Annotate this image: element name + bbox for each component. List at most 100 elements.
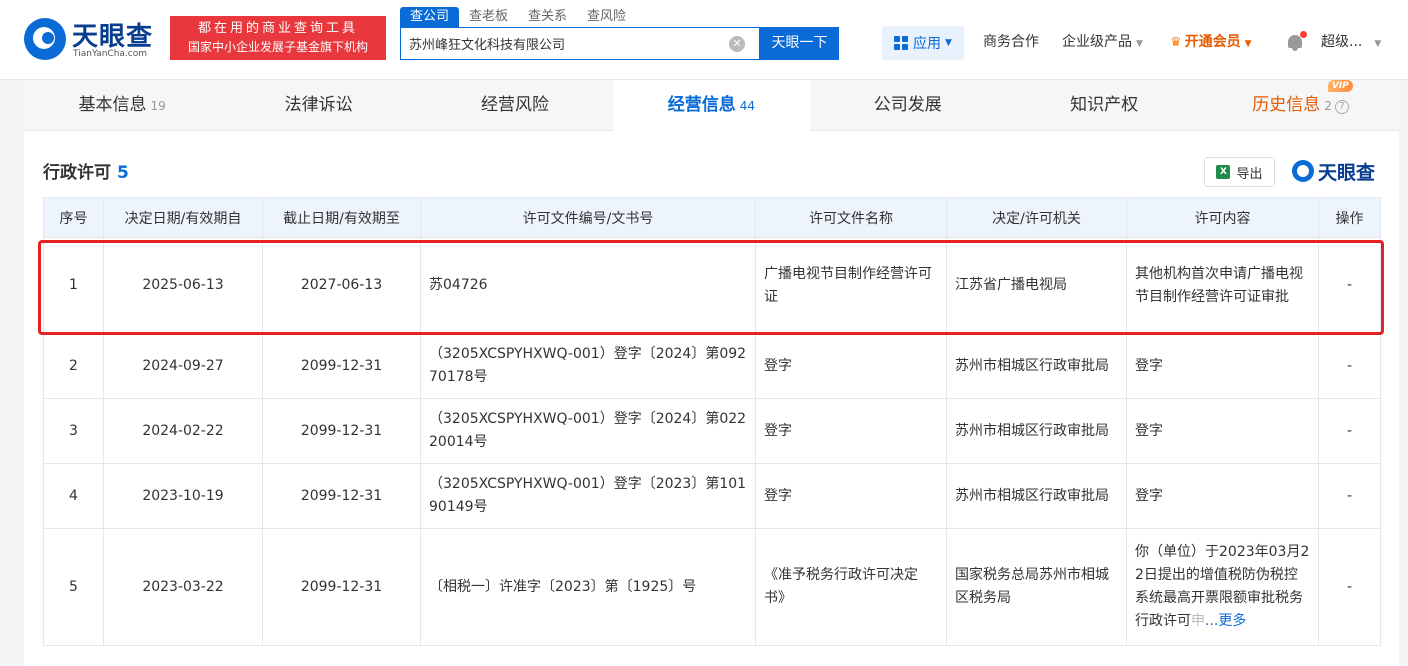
cell-authority: 苏州市相城区行政审批局 [946,333,1127,399]
cell-no: 4 [43,463,104,529]
user-name: 超级... [1321,34,1363,50]
export-label: 导出 [1236,166,1263,182]
cell-content: 登字 [1126,398,1319,464]
apps-grid-icon [894,36,909,50]
cell-doc-no: 〔相税一〕许准字〔2023〕第〔1925〕号 [420,528,756,646]
search-tab-company[interactable]: 查公司 [400,7,460,27]
search-tab-risk[interactable]: 查风险 [577,7,636,27]
col-header: 许可内容 [1126,197,1319,238]
tab-count: 19 [150,99,166,113]
tab-label: 经营信息 [667,95,736,115]
cell-authority: 苏州市相城区行政审批局 [946,463,1127,529]
tab-development[interactable]: 公司发展 [810,80,1006,131]
cell-content-truncated: 你（单位）于2023年03月22日提出的增值税防伪税控系统最高开票限额审批税务行… [1126,528,1319,646]
main-card: 基本信息 19 法律诉讼 经营风险 经营信息 44 公司发展 知识产权 历史信息 2?… [24,80,1399,666]
vip-badge: VIP [1327,80,1353,92]
cell-content: 登字 [1126,333,1319,399]
cell-doc-no: （3205XCSPYHXWQ-001）登字〔2024〕第09270178号 [420,333,756,399]
logo-name: 天眼查 [72,22,154,52]
cell-doc-name: 登字 [755,398,947,464]
tab-label: 知识产权 [1070,95,1139,115]
search-type-tabs: 查公司 查老板 查关系 查风险 [400,7,636,27]
col-header: 截止日期/有效期至 [262,197,421,238]
col-header: 许可文件名称 [755,197,947,238]
brand-text: 天眼查 [1318,161,1376,184]
col-header: 决定日期/有效期自 [103,197,263,238]
nav-enterprise[interactable]: 企业级产品 ▼ [1062,32,1143,54]
cell-doc-name: 广播电视节目制作经营许可证 [755,237,947,334]
col-header: 操作 [1318,197,1381,238]
slogan-banner: 都在用的商业查询工具 国家中小企业发展子基金旗下机构 [170,16,386,60]
nav-enterprise-label: 企业级产品 [1062,34,1132,50]
cell-op: - [1318,398,1381,464]
table-row: 3 2024-02-22 2099-12-31 （3205XCSPYHXWQ-0… [43,398,1381,464]
license-table: 序号 决定日期/有效期自 截止日期/有效期至 许可文件编号/文书号 许可文件名称… [43,197,1381,646]
content-fade: 申 [1191,613,1205,629]
excel-icon: X [1216,165,1231,179]
tab-ip[interactable]: 知识产权 [1006,80,1202,131]
cell-end: 2099-12-31 [262,333,421,399]
cell-start: 2024-02-22 [103,398,263,464]
brand-watermark: 天眼查 [1292,156,1375,186]
logo-pinyin: TianYanCha.com [73,49,148,59]
clear-icon[interactable]: ✕ [729,35,745,52]
tab-operation-info[interactable]: 经营信息 44 [613,80,810,131]
site-logo[interactable]: 天眼查 TianYanCha.com [24,16,164,64]
col-header: 决定/许可机关 [946,197,1127,238]
search-tab-relation[interactable]: 查关系 [518,7,577,27]
tab-count: 44 [739,99,755,113]
chevron-down-icon: ▼ [1244,39,1252,49]
cell-op: - [1318,237,1381,334]
cell-op: - [1318,333,1381,399]
cell-no: 3 [43,398,104,464]
tab-risk[interactable]: 经营风险 [417,80,613,131]
apps-button[interactable]: 应用 ▼ [882,26,964,60]
search-button[interactable]: 天眼一下 [760,27,839,60]
col-header: 许可文件编号/文书号 [420,197,756,238]
export-button[interactable]: X 导出 [1204,157,1275,187]
cell-start: 2024-09-27 [103,333,263,399]
chevron-down-icon: ▼ [1136,39,1143,49]
cell-no: 1 [43,237,104,334]
tab-label: 基本信息 [78,95,147,115]
slogan-line1: 都在用的商业查询工具 [197,21,358,36]
section-title-text: 行政许可 [43,163,111,183]
nav-vip[interactable]: ♛ 开通会员 ▼ [1170,32,1252,54]
table-row: 1 2025-06-13 2027-06-13 苏04726 广播电视节目制作经… [43,237,1381,334]
cell-start: 2023-03-22 [103,528,263,646]
more-link[interactable]: ...更多 [1205,613,1246,629]
cell-end: 2027-06-13 [262,237,421,334]
section-title: 行政许可 5 [43,158,129,183]
tab-history[interactable]: 历史信息 2? VIP [1202,80,1398,131]
cell-end: 2099-12-31 [262,463,421,529]
chevron-down-icon: ▼ [1374,39,1382,49]
cell-start: 2025-06-13 [103,237,263,334]
col-header: 序号 [43,197,104,238]
search-tab-boss[interactable]: 查老板 [459,7,518,27]
tab-label: 历史信息 [1252,95,1321,115]
search-input[interactable] [401,28,729,59]
user-menu[interactable]: 超级... ▼ [1321,32,1381,54]
tab-count: 2 [1324,99,1332,113]
nav-business[interactable]: 商务合作 [983,32,1039,52]
help-icon[interactable]: ? [1334,100,1349,114]
section-count: 5 [117,163,129,183]
table-header-row: 序号 决定日期/有效期自 截止日期/有效期至 许可文件编号/文书号 许可文件名称… [43,197,1381,238]
cell-authority: 国家税务总局苏州市相城区税务局 [946,528,1127,646]
cell-doc-no: （3205XCSPYHXWQ-001）登字〔2023〕第10190149号 [420,463,756,529]
cell-no: 5 [43,528,104,646]
cell-doc-name: 登字 [755,333,947,399]
bell-icon[interactable] [1286,31,1307,52]
table-row: 5 2023-03-22 2099-12-31 〔相税一〕许准字〔2023〕第〔… [43,528,1381,646]
search-box: ✕ [400,27,760,60]
chevron-down-icon: ▼ [945,38,952,48]
detail-tabs: 基本信息 19 法律诉讼 经营风险 经营信息 44 公司发展 知识产权 历史信息 2?… [24,80,1399,131]
tab-basic-info[interactable]: 基本信息 19 [24,80,220,131]
cell-authority: 苏州市相城区行政审批局 [946,398,1127,464]
cell-end: 2099-12-31 [262,528,421,646]
table-row: 2 2024-09-27 2099-12-31 （3205XCSPYHXWQ-0… [43,333,1381,399]
tab-label: 法律诉讼 [284,95,353,115]
crown-icon: ♛ [1170,35,1182,50]
tab-legal[interactable]: 法律诉讼 [220,80,416,131]
cell-doc-name: 登字 [755,463,947,529]
